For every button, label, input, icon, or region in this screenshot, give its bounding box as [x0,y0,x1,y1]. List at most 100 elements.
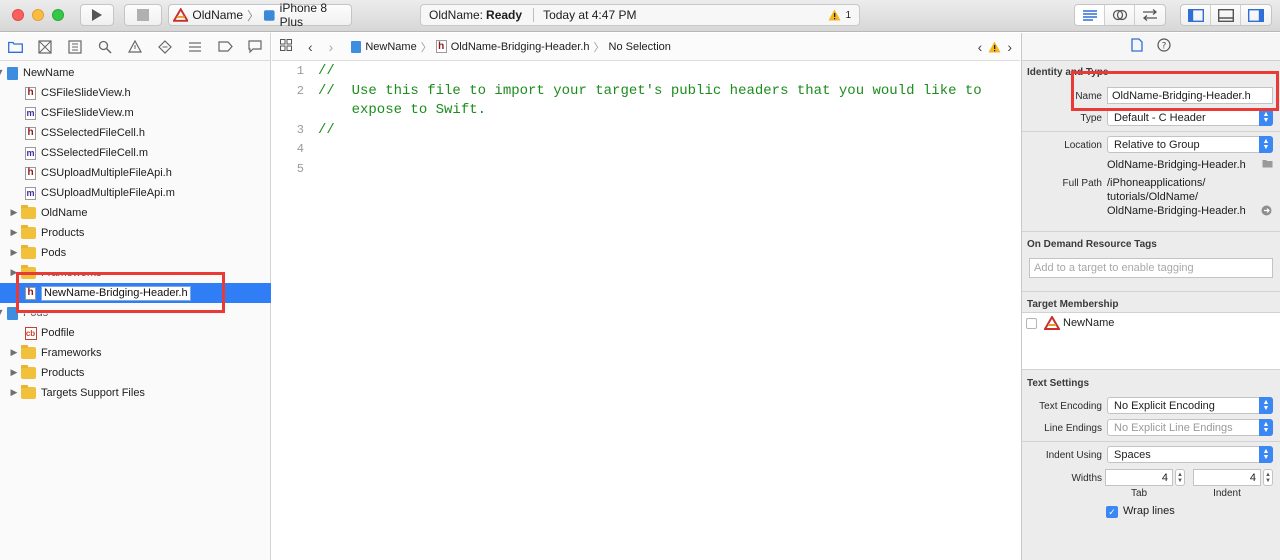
encoding-popup[interactable]: No Explicit Encoding ▲ ▼ [1107,397,1273,414]
navigator-row[interactable]: h CSSelectedFileCell.h [0,123,271,143]
disclosure-closed-icon[interactable]: ▶ [9,347,19,358]
row-label: Pods [41,247,67,259]
navigator-row[interactable]: m CSUploadMultipleFileApi.m [0,183,271,203]
run-button[interactable] [80,4,114,26]
disclosure-closed-icon[interactable]: ▶ [9,227,19,238]
disclosure-closed-icon[interactable]: ▶ [9,387,19,398]
location-popup[interactable]: Relative to Group ▲ ▼ [1107,136,1273,153]
code-line[interactable]: // [318,121,1018,141]
code-line[interactable]: // Use this file to import your target's… [318,82,1018,102]
toggle-inspector-button[interactable] [1241,5,1271,25]
code-line[interactable]: // [318,62,1018,82]
version-editor-button[interactable] [1135,5,1165,25]
zoom-window-button[interactable] [52,9,64,21]
debug-navigator-tab[interactable] [187,39,203,55]
disclosure-closed-icon[interactable]: ▶ [9,247,19,258]
previous-issue-button[interactable]: ‹ [978,39,983,55]
find-navigator-tab[interactable] [97,39,113,55]
name-label: Name [1075,91,1102,102]
navigator-row[interactable]: m CSFileSlideView.m [0,103,271,123]
indent-using-popup[interactable]: Spaces ▲ ▼ [1107,446,1273,463]
issue-navigator-tab[interactable] [127,39,143,55]
navigator-row[interactable]: cb Podfile [0,323,271,343]
membership-checkbox[interactable] [1026,318,1037,329]
navigator-row[interactable]: ▶ Frameworks [0,263,271,283]
breadcrumb-project[interactable]: NewName [365,41,416,53]
project-navigator-tab[interactable] [7,39,23,55]
standard-editor-button[interactable] [1075,5,1105,25]
navigator-row[interactable]: h NewName-Bridging-Header.h [0,283,271,303]
line-number: 3 [296,122,304,137]
indent-width-field[interactable]: 4 [1193,469,1261,486]
disclosure-open-icon[interactable]: ▼ [0,307,5,317]
back-button[interactable]: ‹ [308,39,313,55]
folder-icon [20,225,37,240]
scheme-selector[interactable]: OldName 〉 iPhone 8 Plus [168,1,352,29]
code-text[interactable]: //// Use this file to import your target… [318,62,1018,179]
navigator-row[interactable]: ▼ NewName [0,63,271,83]
disclosure-open-icon[interactable]: ▼ [0,67,5,77]
report-navigator-tab[interactable] [247,39,263,55]
inspector-tab-bar: ? [1022,33,1280,61]
reveal-in-finder-arrow-icon[interactable] [1261,205,1272,219]
breadcrumb-file[interactable]: OldName-Bridging-Header.h [451,41,590,53]
close-window-button[interactable] [12,9,24,21]
disclosure-closed-icon[interactable]: ▶ [9,207,19,218]
forward-button[interactable]: › [329,39,334,55]
navigator-row[interactable]: ▶ OldName [0,203,271,223]
navigator-row[interactable]: ▶ Frameworks [0,343,271,363]
navigator-row[interactable]: ▶ Products [0,363,271,383]
row-label: Podfile [41,327,75,339]
source-editor[interactable]: 12345 //// Use this file to import your … [272,62,1020,560]
minimize-window-button[interactable] [32,9,44,21]
name-field[interactable]: OldName-Bridging-Header.h [1107,87,1273,104]
code-line[interactable] [318,140,1018,160]
row-label: NewName [23,67,75,79]
line-endings-popup[interactable]: No Explicit Line Endings ▲ ▼ [1107,419,1273,436]
indent-using-value: Spaces [1114,448,1151,461]
assistant-editor-icon [1112,9,1127,21]
navigator-row[interactable]: ▶ Products [0,223,271,243]
app-target-icon [1044,316,1060,330]
project-file-icon [351,40,362,53]
navigator-row[interactable]: h CSUploadMultipleFileApi.h [0,163,271,183]
odr-tags-field[interactable]: Add to a target to enable tagging [1029,258,1273,278]
toggle-navigator-button[interactable] [1181,5,1211,25]
navigator-row[interactable]: h CSFileSlideView.h [0,83,271,103]
warning-indicator[interactable]: 1 [828,9,851,21]
tab-width-field[interactable]: 4 [1105,469,1173,486]
symbol-navigator-tab[interactable] [67,39,83,55]
navigator-row[interactable]: ▶ Targets Support Files [0,383,271,403]
navigator-row[interactable]: m CSSelectedFileCell.m [0,143,271,163]
section-divider [1022,441,1280,442]
navigator-row[interactable]: ▶ Pods [0,243,271,263]
test-navigator-tab[interactable] [157,39,173,55]
wrap-lines-checkbox[interactable]: ✓ [1106,506,1118,518]
tab-width-stepper[interactable]: ▲ ▼ [1175,469,1185,486]
breakpoint-navigator-tab[interactable] [217,39,233,55]
code-line[interactable]: expose to Swift. [318,101,1018,121]
row-label: Products [41,367,85,379]
disclosure-closed-icon[interactable]: ▶ [9,367,19,378]
row-label: Frameworks [41,267,102,279]
related-items-button[interactable] [280,39,294,54]
help-icon: ? [1157,38,1171,52]
stop-button[interactable] [124,4,162,26]
assistant-editor-button[interactable] [1105,5,1135,25]
disclosure-closed-icon[interactable]: ▶ [9,267,19,278]
header-file-icon: h [24,286,37,300]
encoding-value: No Explicit Encoding [1114,399,1215,412]
source-control-navigator-tab[interactable] [37,39,53,55]
navigator-row[interactable]: ▼ Pods [0,303,271,323]
quick-help-tab[interactable]: ? [1157,38,1171,55]
code-line[interactable] [318,160,1018,180]
toggle-debug-area-button[interactable] [1211,5,1241,25]
indent-width-stepper[interactable]: ▲ ▼ [1263,469,1273,486]
file-inspector-tab[interactable] [1131,38,1143,55]
breadcrumb-selection[interactable]: No Selection [609,41,671,53]
next-issue-button[interactable]: › [1007,39,1012,55]
choose-location-folder-icon[interactable] [1262,159,1273,171]
type-value: Default - C Header [1114,111,1206,124]
rename-field[interactable]: NewName-Bridging-Header.h [41,285,191,301]
type-popup[interactable]: Default - C Header ▲ ▼ [1107,109,1273,126]
